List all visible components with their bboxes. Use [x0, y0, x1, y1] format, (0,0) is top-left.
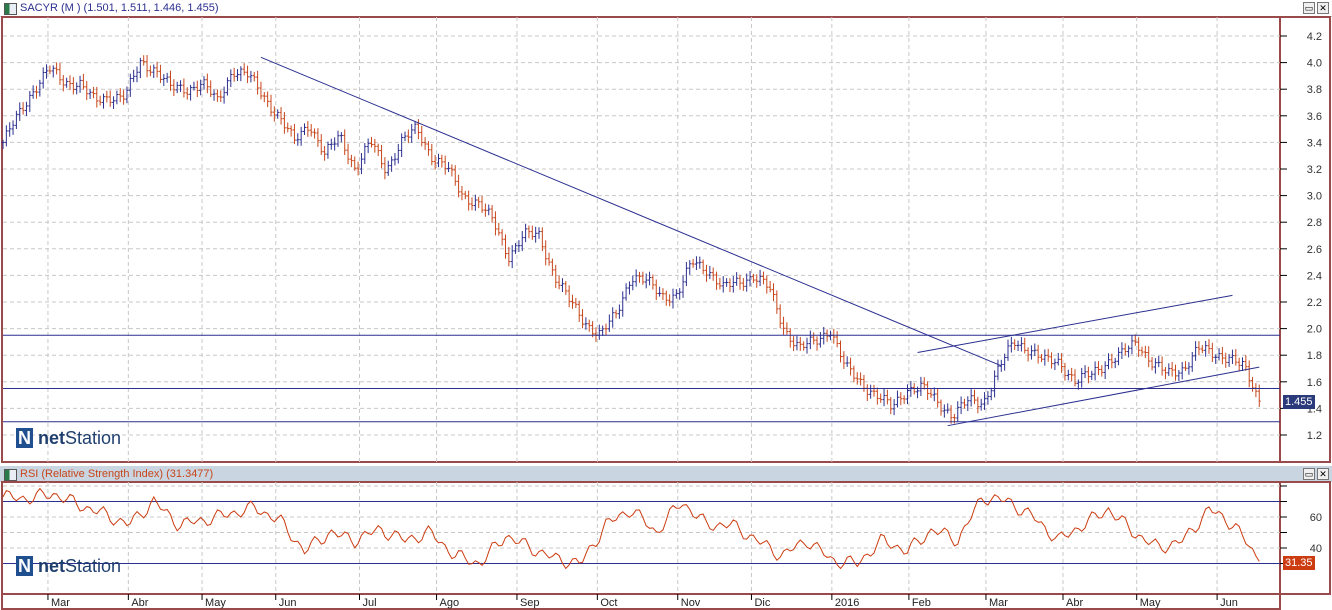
x-axis-frame — [1, 593, 1281, 610]
month-label: Mar — [989, 597, 1008, 609]
month-label: Jul — [363, 597, 377, 609]
price-tick-label: 2.8 — [1307, 217, 1322, 229]
netstation-logo: N netnetStationStation — [16, 556, 122, 576]
chart-canvas[interactable]: 1.21.41.61.82.02.22.42.62.83.03.23.43.63… — [0, 0, 1332, 610]
price-tick-label: 3.2 — [1307, 164, 1322, 176]
price-tick-label: 3.4 — [1307, 137, 1322, 149]
rsi-tick-label: 60 — [1310, 512, 1322, 524]
month-label: Dic — [754, 597, 770, 609]
month-label: May — [1140, 597, 1161, 609]
month-label: Oct — [600, 597, 617, 609]
month-label: Sep — [520, 597, 540, 609]
price-tick-label: 1.2 — [1307, 430, 1322, 442]
price-tick-label: 2.4 — [1307, 270, 1322, 282]
last-rsi-tag: 31.35 — [1283, 556, 1315, 570]
month-label: Ago — [440, 597, 460, 609]
month-label: Abr — [1066, 597, 1083, 609]
rsi-plot-frame — [1, 481, 1281, 595]
price-tick-label: 1.6 — [1307, 377, 1322, 389]
price-tick-label: 1.8 — [1307, 350, 1322, 362]
trendline — [917, 294, 1233, 354]
month-label: Feb — [912, 597, 931, 609]
price-tick-label: 3.0 — [1307, 191, 1322, 203]
price-tick-label: 3.8 — [1307, 84, 1322, 96]
rsi-axis-frame — [1279, 481, 1331, 595]
price-tick-label: 4.2 — [1307, 31, 1322, 43]
month-label: Jun — [1220, 597, 1238, 609]
price-tick-label: 2.0 — [1307, 324, 1322, 336]
month-label: 2016 — [835, 597, 859, 609]
price-tick-label: 2.2 — [1307, 297, 1322, 309]
price-tick-label: 4.0 — [1307, 58, 1322, 70]
price-tick-label: 2.6 — [1307, 244, 1322, 256]
trendline — [260, 56, 1002, 367]
month-label: Mar — [51, 597, 70, 609]
netstation-logo: N netnetStationStation — [16, 428, 122, 448]
month-label: Jun — [279, 597, 297, 609]
last-price-tag: 1.455 — [1283, 395, 1315, 409]
rsi-line — [2, 487, 1260, 570]
month-label: Nov — [681, 597, 701, 609]
price-tick-label: 3.6 — [1307, 111, 1322, 123]
rsi-tick-label: 40 — [1310, 543, 1322, 555]
month-label: May — [205, 597, 226, 609]
month-label: Abr — [131, 597, 148, 609]
